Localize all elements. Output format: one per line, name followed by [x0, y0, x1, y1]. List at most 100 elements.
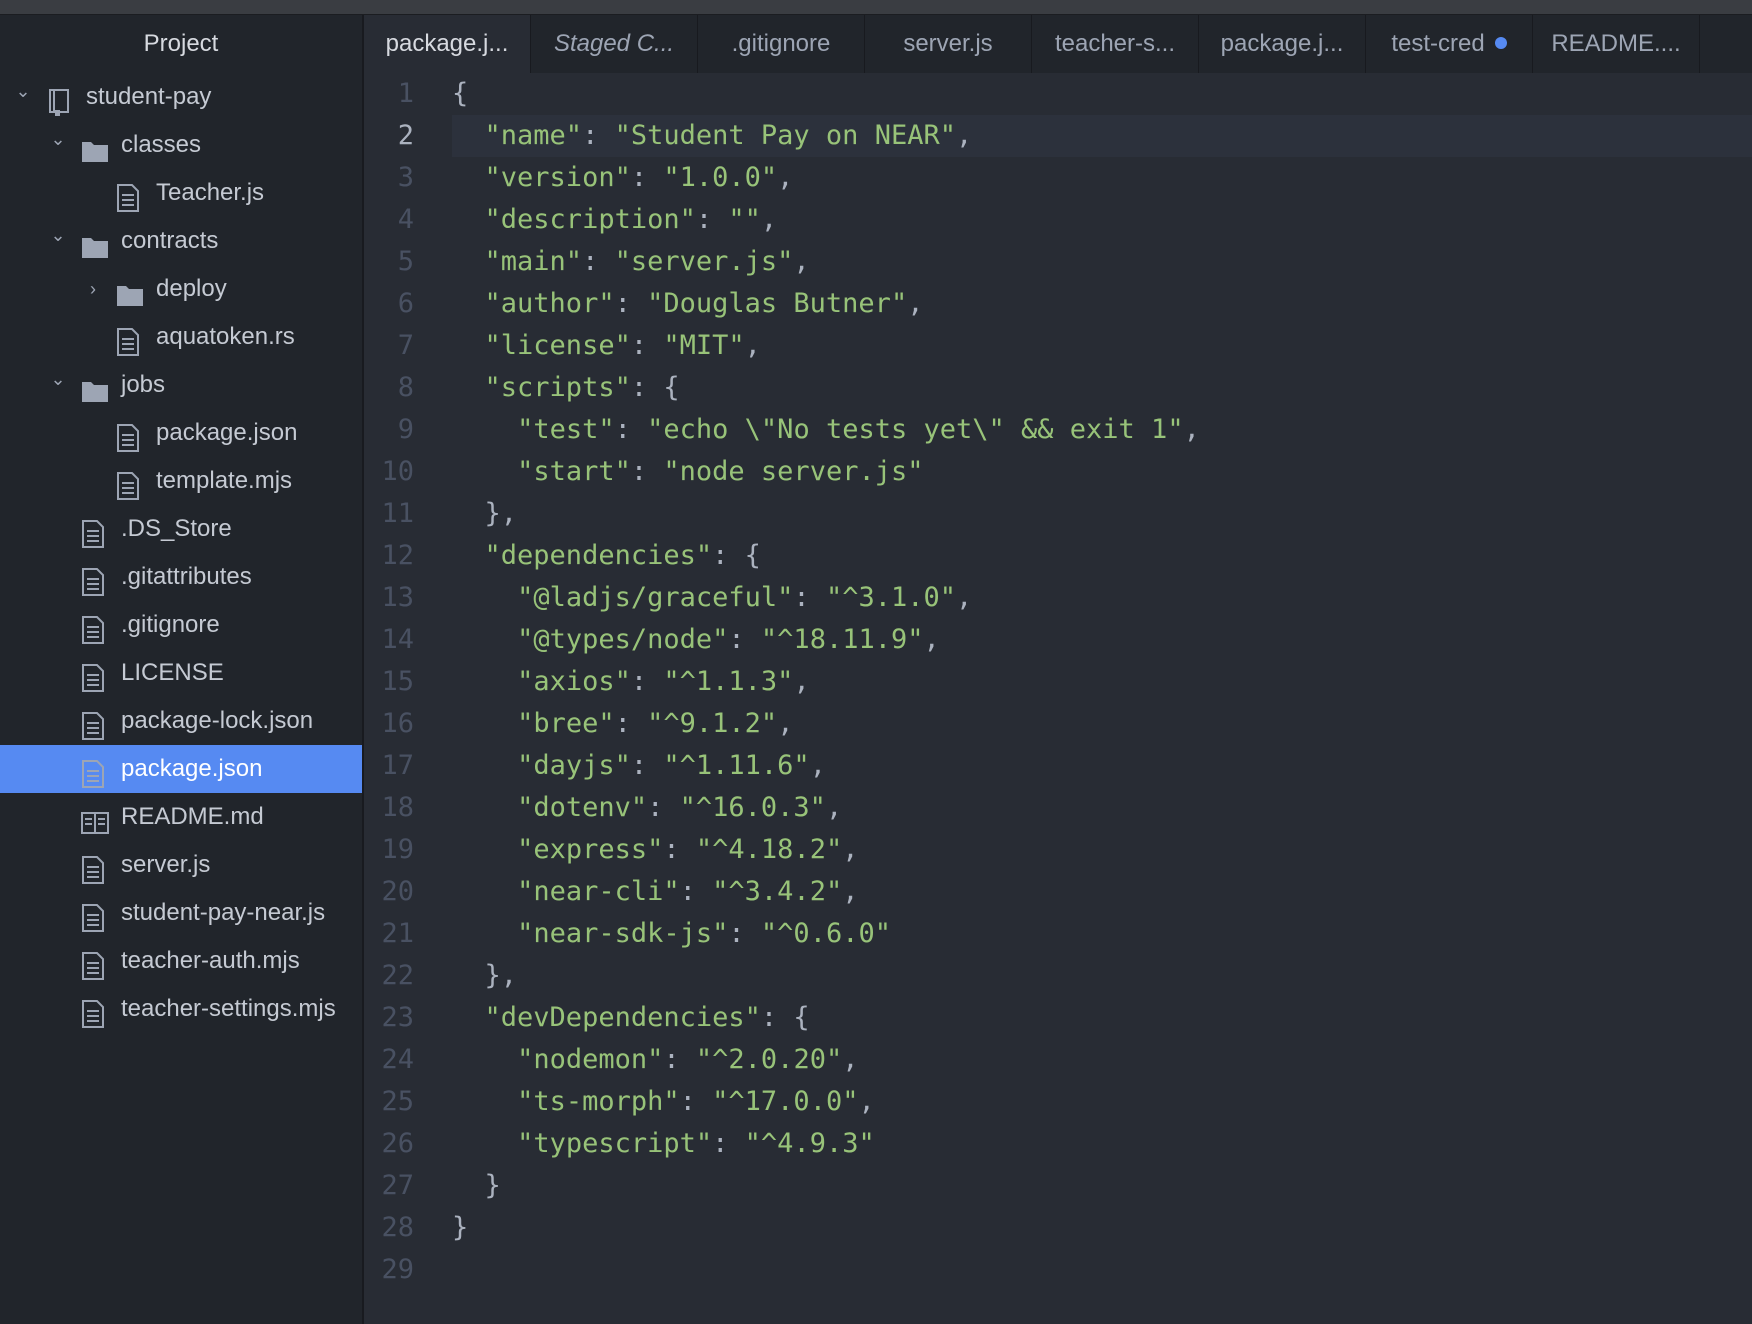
code-line[interactable]: "dotenv": "^16.0.3", — [452, 787, 842, 829]
tree-file-student-pay-near-js[interactable]: student-pay-near.js — [0, 889, 362, 937]
line-number: 18 — [381, 792, 414, 823]
line-number: 8 — [397, 372, 414, 403]
code-line[interactable]: "near-cli": "^3.4.2", — [452, 871, 858, 913]
chevron-down-icon[interactable]: ⌄ — [49, 217, 67, 265]
tree-file-jobs-package-json[interactable]: package.json — [0, 409, 362, 457]
line-number: 12 — [381, 540, 414, 571]
folder-icon — [81, 229, 108, 258]
tree-item-label: classes — [121, 131, 202, 158]
tree-file-template-mjs[interactable]: template.mjs — [0, 457, 362, 505]
line-number: 26 — [381, 1128, 414, 1159]
code-editor[interactable]: 1 {2 "name": "Student Pay on NEAR", 3 "ver… — [364, 73, 1752, 1324]
code-line[interactable]: "typescript": "^4.9.3" — [452, 1123, 875, 1165]
tree-folder-contracts[interactable]: ⌄ contracts — [0, 217, 362, 265]
code-line[interactable]: "dependencies": { — [452, 535, 761, 577]
tree-item-label: server.js — [121, 851, 211, 878]
tree-file-aquatoken-rs[interactable]: aquatoken.rs — [0, 313, 362, 361]
code-line[interactable]: "near-sdk-js": "^0.6.0" — [452, 913, 891, 955]
code-line[interactable]: "nodemon": "^2.0.20", — [452, 1039, 858, 1081]
tree-item-label: README.md — [121, 803, 264, 830]
tab-label: package.j... — [1220, 30, 1344, 57]
line-number: 29 — [381, 1254, 414, 1285]
tree-folder-jobs[interactable]: ⌄ jobs — [0, 361, 362, 409]
line-number: 13 — [381, 582, 414, 613]
code-line[interactable]: }, — [452, 955, 518, 997]
tree-folder-deploy[interactable]: › deploy — [0, 265, 362, 313]
code-line[interactable]: "ts-morph": "^17.0.0", — [452, 1081, 875, 1123]
tree-file-teacher-auth-mjs[interactable]: teacher-auth.mjs — [0, 937, 362, 985]
window-title-bar — [0, 0, 1752, 15]
code-line[interactable]: "author": "Douglas Butner", — [452, 283, 924, 325]
code-line[interactable]: "scripts": { — [452, 367, 680, 409]
tree-item-label: LICENSE — [121, 659, 224, 686]
tree-root-student-pay[interactable]: ⌄ student-pay — [0, 73, 362, 121]
tree-file-package-lock-json[interactable]: package-lock.json — [0, 697, 362, 745]
tree-folder-classes[interactable]: ⌄ classes — [0, 121, 362, 169]
code-line[interactable]: "main": "server.js", — [452, 241, 810, 283]
tree-item-label: package.json — [121, 755, 263, 782]
editor-tab[interactable]: test-cred — [1366, 15, 1533, 73]
code-line[interactable]: "dayjs": "^1.11.6", — [452, 745, 826, 787]
code-line[interactable]: "devDependencies": { — [452, 997, 810, 1039]
tree-file-gitattributes[interactable]: .gitattributes — [0, 553, 362, 601]
code-line[interactable]: "version": "1.0.0", — [452, 157, 794, 199]
editor-tab[interactable]: Staged C... — [531, 15, 698, 73]
code-line[interactable]: "@types/node": "^18.11.9", — [452, 619, 940, 661]
code-line[interactable]: "bree": "^9.1.2", — [452, 703, 793, 745]
line-number: 25 — [381, 1086, 414, 1117]
line-number: 6 — [397, 288, 414, 319]
editor-tab[interactable]: .gitignore — [698, 15, 865, 73]
code-line[interactable]: "@ladjs/graceful": "^3.1.0", — [452, 577, 972, 619]
file-icon — [116, 469, 142, 500]
tree-item-label: teacher-auth.mjs — [121, 947, 300, 974]
tree-item-label: .gitattributes — [121, 563, 252, 590]
tree-file-readme-md[interactable]: README.md — [0, 793, 362, 841]
tree-file-teacher-settings-mjs[interactable]: teacher-settings.mjs — [0, 985, 362, 1033]
code-line[interactable]: "name": "Student Pay on NEAR", — [452, 115, 973, 157]
line-number: 23 — [381, 1002, 414, 1033]
tree-file-package-json[interactable]: package.json — [0, 745, 362, 793]
file-tree: ⌄ student-pay ⌄ classes Teacher.js ⌄ contracts… — [0, 73, 362, 1033]
code-line[interactable]: "express": "^4.18.2", — [452, 829, 858, 871]
folder-icon — [116, 277, 143, 306]
chevron-down-icon[interactable]: ⌄ — [49, 361, 67, 409]
code-line[interactable]: "description": "", — [452, 199, 778, 241]
line-number: 14 — [381, 624, 414, 655]
line-number: 11 — [381, 498, 414, 529]
file-icon — [81, 853, 107, 884]
editor-tab[interactable]: package.j... — [1199, 15, 1366, 73]
file-icon — [116, 325, 142, 356]
tree-file-license[interactable]: LICENSE — [0, 649, 362, 697]
sidebar-title: Project — [143, 30, 219, 57]
code-line[interactable]: }, — [452, 493, 518, 535]
tree-file-ds-store[interactable]: .DS_Store — [0, 505, 362, 553]
tab-label: server.js — [903, 30, 993, 57]
file-icon — [81, 901, 107, 932]
line-number: 17 — [381, 750, 414, 781]
tab-label: README.... — [1551, 30, 1681, 57]
tree-file-gitignore[interactable]: .gitignore — [0, 601, 362, 649]
code-line[interactable]: "test": "echo \"No tests yet\" && exit 1… — [452, 409, 1200, 451]
editor-tab[interactable]: README.... — [1533, 15, 1700, 73]
editor-tab[interactable]: stu — [1700, 15, 1752, 73]
tree-file-teacher-js[interactable]: Teacher.js — [0, 169, 362, 217]
code-line[interactable]: "license": "MIT", — [452, 325, 761, 367]
code-line[interactable]: } — [452, 1207, 468, 1249]
chevron-right-icon[interactable]: › — [84, 265, 102, 313]
folder-icon — [81, 133, 108, 162]
code-line[interactable]: } — [452, 1165, 501, 1207]
line-number: 9 — [397, 414, 414, 445]
editor-tab[interactable]: teacher-s... — [1032, 15, 1199, 73]
chevron-down-icon[interactable]: ⌄ — [14, 73, 32, 121]
tree-item-label: .DS_Store — [121, 515, 232, 542]
editor-tab[interactable]: package.j... — [364, 15, 531, 73]
chevron-down-icon[interactable]: ⌄ — [49, 121, 67, 169]
editor-tab[interactable]: server.js — [865, 15, 1032, 73]
file-icon — [81, 565, 107, 596]
code-line[interactable]: { — [452, 73, 468, 115]
code-line[interactable]: "axios": "^1.1.3", — [452, 661, 810, 703]
code-line[interactable]: "start": "node server.js" — [452, 451, 923, 493]
book-icon — [81, 805, 109, 834]
tree-file-server-js[interactable]: server.js — [0, 841, 362, 889]
line-number: 2 — [397, 120, 414, 151]
